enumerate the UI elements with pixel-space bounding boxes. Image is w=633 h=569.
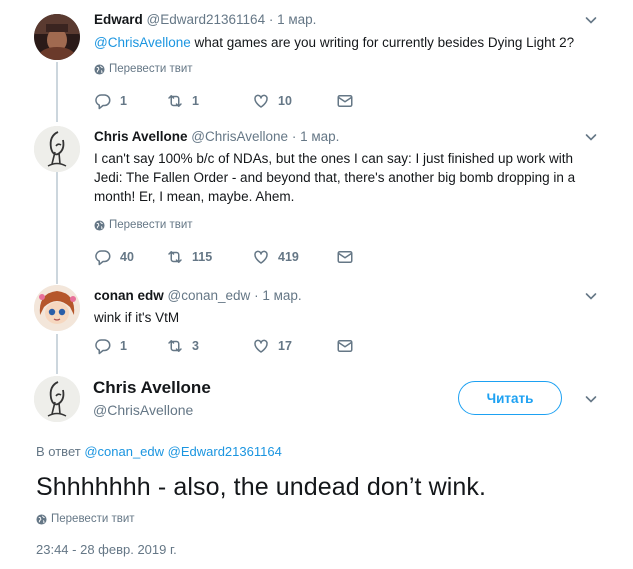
retweet-icon [168,340,182,352]
chevron-down-icon[interactable] [585,14,597,26]
avatar[interactable] [34,126,80,172]
tweet-actions: 1 3 17 [94,336,354,356]
tweet-actions: 1 1 10 [94,91,354,111]
tweet-header: Edward @Edward21361164 · 1 мар. [94,12,316,27]
retweet-button[interactable]: 1 [166,92,252,110]
like-count: 10 [278,94,292,108]
translate-link[interactable]: Перевести твит [94,219,193,231]
globe-icon [36,513,47,525]
retweet-count: 3 [192,339,199,353]
globe-icon [94,219,105,231]
reply-context: В ответ @conan_edw @Edward21361164 [36,444,282,459]
tweet-date[interactable]: 1 мар. [262,288,301,303]
author-name[interactable]: Chris Avellone [94,129,188,144]
separator: · [291,129,297,144]
tweet-conan-edw[interactable]: conan edw @conan_edw · 1 мар. wink if it… [0,277,633,369]
tweet-chris-avellone[interactable]: Chris Avellone @ChrisAvellone · 1 мар. I… [0,115,633,277]
like-icon [254,94,268,108]
tweet-text: @ChrisAvellone what games are you writin… [94,33,604,52]
globe-icon [94,63,105,75]
direct-message-button[interactable] [336,92,354,110]
retweet-count: 115 [192,250,213,264]
mention-link[interactable]: @Edward21361164 [168,444,282,459]
tweet-date[interactable]: 1 мар. [300,129,339,144]
direct-message-button[interactable] [336,248,354,266]
reply-prefix: В ответ [36,444,81,459]
avatar-image [34,376,80,422]
retweet-icon [168,95,182,107]
reply-count: 1 [120,94,127,108]
direct-message-icon [337,95,353,107]
translate-label[interactable]: Перевести твит [51,513,135,525]
tweet-header: conan edw @conan_edw · 1 мар. [94,288,302,303]
reply-button[interactable]: 1 [94,92,166,110]
like-icon [254,250,268,264]
reply-count: 40 [120,250,134,264]
reply-button[interactable]: 40 [94,248,166,266]
author-handle[interactable]: @ChrisAvellone [191,129,288,144]
mention-link[interactable]: @ChrisAvellone [94,35,191,50]
tweet-edward[interactable]: Edward @Edward21361164 · 1 мар. @ChrisAv… [0,0,633,115]
translate-label[interactable]: Перевести твит [109,219,193,231]
follow-button[interactable]: Читать [458,381,562,415]
author-name[interactable]: Edward [94,12,143,27]
main-tweet-text: Shhhhhhh - also, the undead don’t wink. [36,473,487,501]
direct-message-icon [337,251,353,263]
author-name[interactable]: conan edw [94,288,164,303]
translate-label[interactable]: Перевести твит [109,63,193,75]
avatar[interactable] [34,14,80,60]
tweet-date[interactable]: 1 мар. [277,12,316,27]
avatar[interactable] [34,376,80,422]
retweet-count: 1 [192,94,199,108]
tweet-text: wink if it's VtM [94,310,180,325]
tweet-timestamp[interactable]: 23:44 - 28 февр. 2019 г. [36,542,177,557]
like-button[interactable]: 419 [252,248,336,266]
author-name[interactable]: Chris Avellone [93,378,211,398]
like-icon [254,339,268,353]
translate-link[interactable]: Перевести твит [36,513,135,525]
like-button[interactable]: 10 [252,92,336,110]
tweet-text-content: what games are you writing for currently… [190,35,575,50]
reply-icon [95,94,111,110]
reply-button[interactable]: 1 [94,337,166,355]
reply-count: 1 [120,339,127,353]
avatar-image [34,14,80,60]
chevron-down-icon[interactable] [585,131,597,143]
translate-link[interactable]: Перевести твит [94,63,193,75]
tweet-header: Chris Avellone @ChrisAvellone · 1 мар. [94,129,339,144]
author-handle[interactable]: @Edward21361164 [147,12,266,27]
like-count: 17 [278,339,292,353]
tweet-text: I can't say 100% b/c of NDAs, but the on… [94,151,576,204]
retweet-icon [168,251,182,263]
direct-message-button[interactable] [336,337,354,355]
like-button[interactable]: 17 [252,337,336,355]
chevron-down-icon[interactable] [585,393,597,405]
author-handle[interactable]: @conan_edw [168,288,251,303]
author-handle[interactable]: @ChrisAvellone [93,402,193,418]
reply-icon [95,339,111,355]
like-count: 419 [278,250,299,264]
avatar-image [34,126,80,172]
avatar[interactable] [34,285,80,331]
reply-icon [95,250,111,266]
mention-link[interactable]: @conan_edw [84,444,164,459]
separator: · [254,288,259,303]
retweet-button[interactable]: 3 [166,337,252,355]
direct-message-icon [337,340,353,352]
retweet-button[interactable]: 115 [166,248,252,266]
avatar-image [34,285,80,331]
chevron-down-icon[interactable] [585,290,597,302]
tweet-actions: 40 115 419 [94,247,354,267]
separator: · [268,12,274,27]
